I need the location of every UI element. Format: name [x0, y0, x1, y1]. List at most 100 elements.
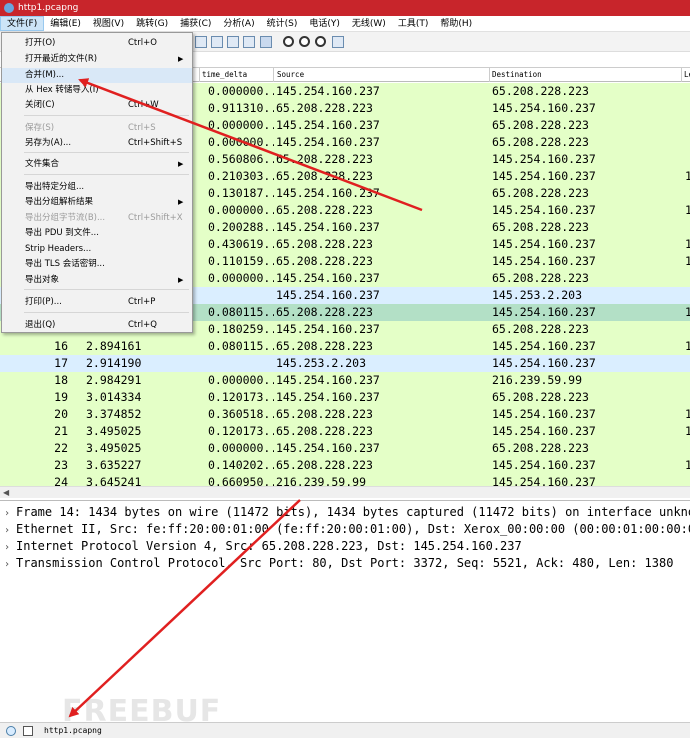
file-menu-item[interactable]: 合并(M)... — [2, 68, 192, 83]
resize-columns-icon[interactable] — [332, 36, 344, 48]
packet-row[interactable]: 23 3.635227 0.140202...65.208.228.223 145.2… — [0, 457, 690, 474]
first-packet-icon[interactable] — [195, 36, 207, 48]
file-menu-item-label: 从 Hex 转储导入(I) — [25, 85, 99, 95]
packet-destination: 145.254.160.237 — [492, 152, 596, 166]
horizontal-scrollbar[interactable]: ◀ — [0, 486, 690, 498]
detail-tree-item[interactable]: › Transmission Control Protocol, Src Port… — [4, 555, 673, 572]
autoscroll-icon[interactable] — [260, 36, 272, 48]
packet-destination: 65.208.228.223 — [492, 84, 589, 98]
packet-row[interactable]: 20 3.374852 0.360518...65.208.228.223 145.2… — [0, 406, 690, 423]
packet-time-delta: 0.430619... — [208, 237, 274, 251]
file-menu-item-label: 导出分组字节流(B)... — [25, 213, 106, 223]
packet-number: 24 — [54, 475, 68, 486]
go-up-icon[interactable] — [211, 36, 223, 48]
packet-time: 3.014334 — [86, 390, 142, 404]
file-menu-item[interactable]: 导出分组解析结果 ▶ — [2, 195, 192, 210]
file-menu-item[interactable]: 导出分组字节流(B)... Ctrl+Shift+X — [2, 211, 192, 226]
packet-destination: 65.208.228.223 — [492, 135, 589, 149]
file-menu-item-shortcut: Ctrl+Shift+S — [128, 138, 183, 148]
file-menu-item[interactable]: 文件集合 ▶ — [2, 157, 192, 172]
file-menu-item[interactable]: 另存为(A)... Ctrl+Shift+S — [2, 136, 192, 151]
detail-tree-item[interactable]: › Ethernet II, Src: fe:ff:20:00:01:00 (fe… — [4, 521, 690, 538]
packet-row[interactable]: 18 2.984291 0.000000...145.254.160.237 216.… — [0, 372, 690, 389]
packet-source: 145.254.160.237 — [276, 135, 380, 149]
expand-chevron-icon[interactable]: › — [4, 522, 16, 539]
file-menu-item[interactable]: Strip Headers... — [2, 242, 192, 257]
packet-source: 65.208.228.223 — [276, 458, 373, 472]
packet-time: 3.495025 — [86, 441, 142, 455]
packet-time-delta: 0.200288... — [208, 220, 274, 234]
packet-number: 22 — [54, 441, 68, 455]
file-menu-item[interactable]: 导出 TLS 会话密钥... — [2, 257, 192, 272]
zoom-reset-icon[interactable] — [315, 36, 326, 47]
file-menu-item-label: 另存为(A)... — [25, 138, 72, 148]
zoom-out-icon[interactable] — [299, 36, 310, 47]
expand-chevron-icon[interactable]: › — [4, 556, 16, 573]
file-menu-item[interactable]: 导出对象 ▶ — [2, 273, 192, 288]
menu-item-4[interactable]: 捕获(C) — [174, 16, 217, 31]
menu-item-2[interactable]: 视图(V) — [87, 16, 130, 31]
column-header-source[interactable]: Source — [277, 70, 304, 79]
packet-row[interactable]: 16 2.894161 0.080115...65.208.228.223 145.2… — [0, 338, 690, 355]
file-menu-item[interactable]: 退出(Q) Ctrl+Q — [2, 318, 192, 333]
packet-row[interactable]: 17 2.914190 145.253.2.203 145.254.160.237 — [0, 355, 690, 372]
packet-time-delta: 0.000000... — [208, 271, 274, 285]
menu-item-0[interactable]: 文件(F) — [0, 16, 45, 31]
menu-item-5[interactable]: 分析(A) — [217, 16, 260, 31]
packet-time-delta: 0.210303... — [208, 169, 274, 183]
detail-tree-item[interactable]: › Internet Protocol Version 4, Src: 65.20… — [4, 538, 522, 555]
packet-number: 23 — [54, 458, 68, 472]
packet-time-delta: 0.560806... — [208, 152, 274, 166]
file-menu-item[interactable]: 从 Hex 转储导入(I) — [2, 83, 192, 98]
expand-chevron-icon[interactable]: › — [4, 539, 16, 556]
packet-number: 21 — [54, 424, 68, 438]
wireshark-app-icon — [4, 3, 14, 13]
column-header-time-delta[interactable]: time_delta — [202, 70, 247, 79]
menu-item-9[interactable]: 工具(T) — [392, 16, 435, 31]
file-menu-item[interactable]: 打开(O) Ctrl+O — [2, 36, 192, 51]
packet-source: 65.208.228.223 — [276, 169, 373, 183]
packet-row[interactable]: 22 3.495025 0.000000...145.254.160.237 65.2… — [0, 440, 690, 457]
packet-row[interactable]: 21 3.495025 0.120173...65.208.228.223 145.2… — [0, 423, 690, 440]
packet-source: 145.253.2.203 — [276, 356, 367, 370]
file-menu-item[interactable]: 导出 PDU 到文件... — [2, 226, 192, 241]
file-menu-item[interactable]: 导出特定分组... — [2, 180, 192, 195]
submenu-arrow-icon: ▶ — [178, 198, 184, 206]
capture-comment-icon[interactable] — [23, 726, 33, 736]
file-menu-item[interactable]: 保存(S) Ctrl+S — [2, 121, 192, 136]
packet-source: 145.254.160.237 — [276, 441, 380, 455]
packet-source: 216.239.59.99 — [276, 475, 367, 486]
menu-item-7[interactable]: 电话(Y) — [303, 16, 346, 31]
menu-item-10[interactable]: 帮助(H) — [434, 16, 478, 31]
expand-chevron-icon[interactable]: › — [4, 505, 16, 522]
detail-text: Transmission Control Protocol, Src Port:… — [16, 556, 674, 570]
packet-length: 1 — [685, 424, 690, 438]
menu-item-8[interactable]: 无线(W) — [346, 16, 392, 31]
file-menu-item[interactable]: 关闭(C) Ctrl+W — [2, 98, 192, 113]
packet-source: 65.208.228.223 — [276, 152, 373, 166]
packet-time-delta: 0.000000... — [208, 203, 274, 217]
file-menu-item[interactable]: 打开最近的文件(R) ▶ — [2, 52, 192, 67]
expert-info-icon[interactable] — [6, 726, 16, 736]
title-bar: http1.pcapng — [0, 0, 690, 16]
status-bar: http1.pcapng — [0, 722, 690, 738]
packet-length: 1 — [685, 407, 690, 421]
file-menu-item-label: 打开最近的文件(R) — [25, 54, 98, 64]
last-packet-icon[interactable] — [243, 36, 255, 48]
menu-item-3[interactable]: 跳转(G) — [130, 16, 174, 31]
menu-item-6[interactable]: 统计(S) — [261, 16, 304, 31]
menu-separator — [24, 115, 189, 116]
column-header-destination[interactable]: Destination — [492, 70, 542, 79]
packet-row[interactable]: 24 3.645241 0.660950...216.239.59.99 145.25… — [0, 474, 690, 486]
packet-row[interactable]: 19 3.014334 0.120173...145.254.160.237 65.2… — [0, 389, 690, 406]
menu-item-1[interactable]: 编辑(E) — [44, 16, 87, 31]
go-down-icon[interactable] — [227, 36, 239, 48]
column-header-length[interactable]: Le — [684, 70, 690, 79]
zoom-in-icon[interactable] — [283, 36, 294, 47]
packet-destination: 216.239.59.99 — [492, 373, 583, 387]
scroll-left-icon[interactable]: ◀ — [3, 488, 9, 497]
detail-tree-item[interactable]: › Frame 14: 1434 bytes on wire (11472 bit… — [4, 504, 690, 521]
packet-time: 2.894161 — [86, 339, 142, 353]
file-menu-item[interactable]: 打印(P)... Ctrl+P — [2, 295, 192, 310]
packet-destination: 145.254.160.237 — [492, 305, 596, 319]
